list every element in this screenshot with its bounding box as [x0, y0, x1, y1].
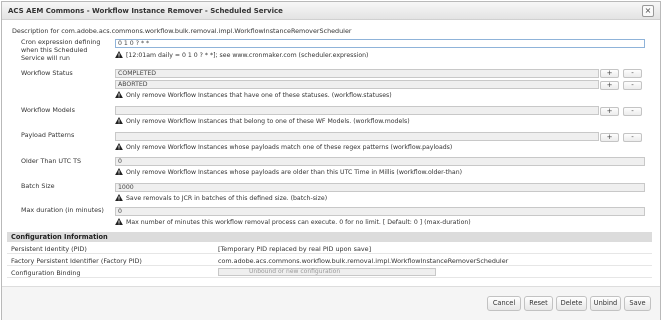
remove-status-button-2[interactable]: -: [623, 81, 642, 90]
add-model-button[interactable]: +: [600, 107, 619, 116]
remove-model-button[interactable]: -: [623, 107, 642, 116]
models-hint-text: Only remove Workflow Instances that belo…: [126, 118, 410, 125]
max-duration-input[interactable]: 0: [115, 207, 645, 216]
max-duration-hint: Max number of minutes this workflow remo…: [115, 218, 471, 226]
batch-input[interactable]: 1000: [115, 183, 645, 192]
payloads-hint-text: Only remove Workflow Instances whose pay…: [126, 144, 453, 151]
close-icon[interactable]: ×: [642, 5, 654, 17]
pid-row: Persistent Identity (PID) [Temporary PID…: [7, 243, 652, 254]
older-than-hint-text: Only remove Workflow Instances whose pay…: [126, 169, 463, 176]
dialog-footer: Cancel Reset Delete Unbind Save: [2, 286, 660, 320]
factory-pid-row: Factory Persistent Identifier (Factory P…: [7, 255, 652, 266]
warning-icon: [115, 143, 123, 150]
payloads-input[interactable]: [115, 132, 599, 141]
add-status-button[interactable]: +: [600, 69, 619, 78]
cron-hint: [12:01am daily = 0 1 0 ? * *]; see www.c…: [115, 51, 368, 59]
binding-label: Configuration Binding: [11, 269, 81, 277]
max-duration-hint-text: Max number of minutes this workflow remo…: [126, 219, 471, 226]
warning-icon: [115, 194, 123, 201]
reset-button[interactable]: Reset: [524, 296, 553, 311]
models-hint: Only remove Workflow Instances that belo…: [115, 117, 410, 125]
payloads-hint: Only remove Workflow Instances whose pay…: [115, 143, 452, 151]
warning-icon: [115, 218, 123, 225]
models-label: Workflow Models: [21, 106, 75, 114]
models-input[interactable]: [115, 106, 599, 115]
pid-value: [Temporary PID replaced by real PID upon…: [218, 245, 372, 253]
statuses-label: Workflow Status: [21, 69, 73, 77]
older-than-hint: Only remove Workflow Instances whose pay…: [115, 168, 462, 176]
config-info-heading: Configuration Information: [7, 232, 652, 242]
status-input-1[interactable]: COMPLETED: [115, 69, 599, 78]
configuration-dialog: ACS AEM Commons - Workflow Instance Remo…: [1, 1, 661, 320]
warning-icon: [115, 51, 123, 58]
add-status-button-2[interactable]: +: [600, 81, 619, 90]
delete-button[interactable]: Delete: [556, 296, 587, 311]
dialog-title: ACS AEM Commons - Workflow Instance Remo…: [8, 7, 283, 15]
remove-payload-button[interactable]: -: [623, 133, 642, 142]
older-than-label: Older Than UTC TS: [21, 157, 82, 165]
warning-icon: [115, 91, 123, 98]
cancel-button[interactable]: Cancel: [487, 296, 521, 311]
status-input-2[interactable]: ABORTED: [115, 80, 599, 89]
save-button[interactable]: Save: [624, 296, 651, 311]
service-description: Description for com.adobe.acs.commons.wo…: [12, 27, 352, 35]
add-payload-button[interactable]: +: [600, 133, 619, 142]
warning-icon: [115, 168, 123, 175]
pid-label: Persistent Identity (PID): [11, 245, 87, 253]
older-than-input[interactable]: 0: [115, 157, 645, 166]
dialog-titlebar[interactable]: ACS AEM Commons - Workflow Instance Remo…: [2, 2, 660, 20]
factory-pid-label: Factory Persistent Identifier (Factory P…: [11, 257, 142, 265]
statuses-hint: Only remove Workflow Instances that have…: [115, 91, 392, 99]
binding-row: Configuration Binding Unbound or new con…: [7, 267, 652, 278]
statuses-hint-text: Only remove Workflow Instances that have…: [126, 92, 392, 99]
cron-input[interactable]: 0 1 0 ? * *: [115, 39, 645, 48]
unbind-button[interactable]: Unbind: [590, 296, 621, 311]
max-duration-label: Max duration (in minutes): [21, 206, 104, 214]
payloads-label: Payload Patterns: [21, 131, 75, 139]
warning-icon: [115, 117, 123, 124]
batch-label: Batch Size: [21, 182, 55, 190]
factory-pid-value: com.adobe.acs.commons.workflow.bulk.remo…: [218, 257, 509, 265]
cron-hint-text: [12:01am daily = 0 1 0 ? * *]; see www.c…: [126, 52, 369, 59]
batch-hint: Save removals to JCR in batches of this …: [115, 194, 327, 202]
binding-select[interactable]: Unbound or new configuration: [218, 268, 436, 276]
cron-label: Cron expression defining when this Sched…: [21, 38, 101, 62]
remove-status-button[interactable]: -: [623, 69, 642, 78]
batch-hint-text: Save removals to JCR in batches of this …: [126, 195, 328, 202]
